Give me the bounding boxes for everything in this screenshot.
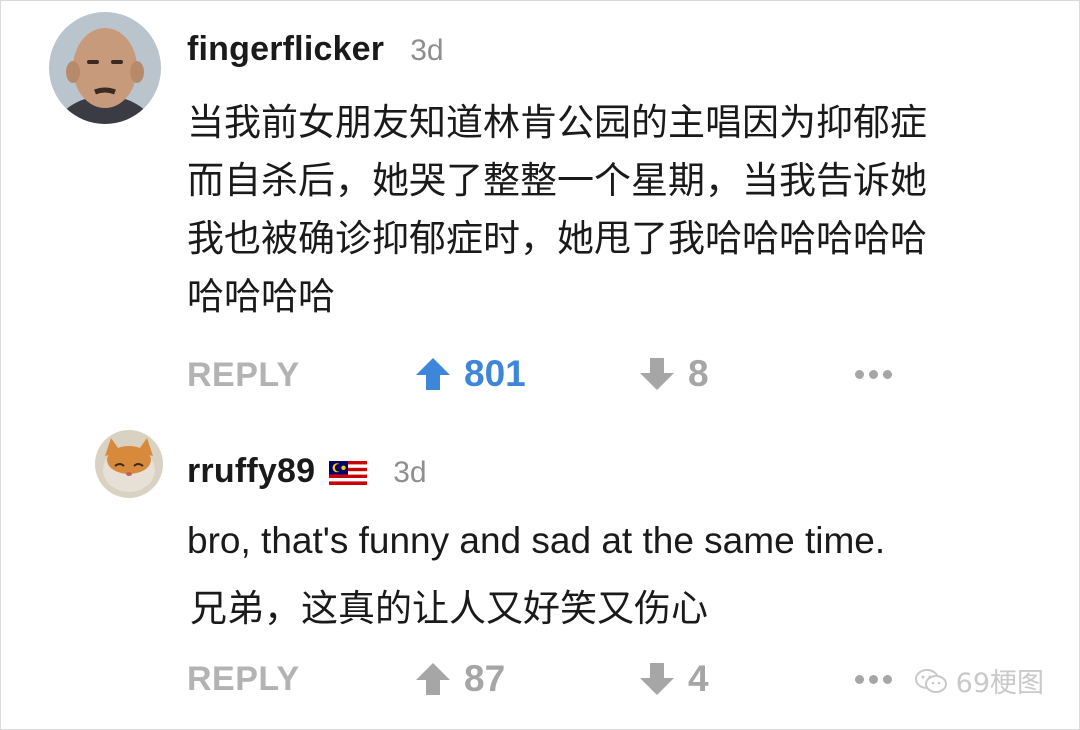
downvote-count: 4 xyxy=(688,658,709,699)
avatar-image xyxy=(95,430,163,498)
comment-author[interactable]: fingerflicker xyxy=(187,30,384,69)
comment-author[interactable]: rruffy89 xyxy=(187,452,315,491)
arrow-down-icon xyxy=(640,663,674,695)
watermark: 69梗图 xyxy=(914,661,1044,700)
comment-body-line: 哈哈哈哈 xyxy=(187,275,335,318)
more-dots-icon[interactable] xyxy=(855,675,892,684)
upvote-button[interactable]: 87 xyxy=(414,658,505,700)
comment-timestamp: 3d xyxy=(410,34,444,67)
downvote-count: 8 xyxy=(688,353,709,394)
comment-body-line: 而自杀后，她哭了整整一个星期，当我告诉她 xyxy=(187,159,927,202)
arrow-down-icon xyxy=(640,358,674,390)
arrow-up-icon xyxy=(416,663,450,695)
upvote-count: 87 xyxy=(464,658,506,699)
reply-button[interactable]: REPLY xyxy=(187,660,300,699)
downvote-button[interactable]: 4 xyxy=(638,658,709,700)
comment-body-chinese: 兄弟，这真的让人又好笑又伤心 xyxy=(190,587,708,630)
comment-body-english: bro, that's funny and sad at the same ti… xyxy=(187,520,886,561)
comment-body-line: 我也被确诊抑郁症时，她甩了我哈哈哈哈哈哈 xyxy=(187,217,927,260)
watermark-text: 69梗图 xyxy=(955,668,1044,699)
avatar[interactable] xyxy=(95,430,163,498)
wechat-icon xyxy=(914,668,947,693)
upvote-button[interactable]: 801 xyxy=(414,353,526,395)
avatar[interactable] xyxy=(49,12,161,124)
comment-body: 当我前女朋友知道林肯公园的主唱因为抑郁症 而自杀后，她哭了整整一个星期，当我告诉… xyxy=(187,94,1067,326)
comment-body-line: 当我前女朋友知道林肯公园的主唱因为抑郁症 xyxy=(187,101,927,144)
upvote-count: 801 xyxy=(464,353,526,394)
arrow-up-icon xyxy=(416,358,450,390)
avatar-image xyxy=(49,12,161,124)
comment-timestamp: 3d xyxy=(393,456,427,489)
downvote-button[interactable]: 8 xyxy=(638,353,709,395)
reply-button[interactable]: REPLY xyxy=(187,356,300,395)
malaysia-flag-icon xyxy=(329,461,368,490)
more-dots-icon[interactable] xyxy=(855,370,892,379)
